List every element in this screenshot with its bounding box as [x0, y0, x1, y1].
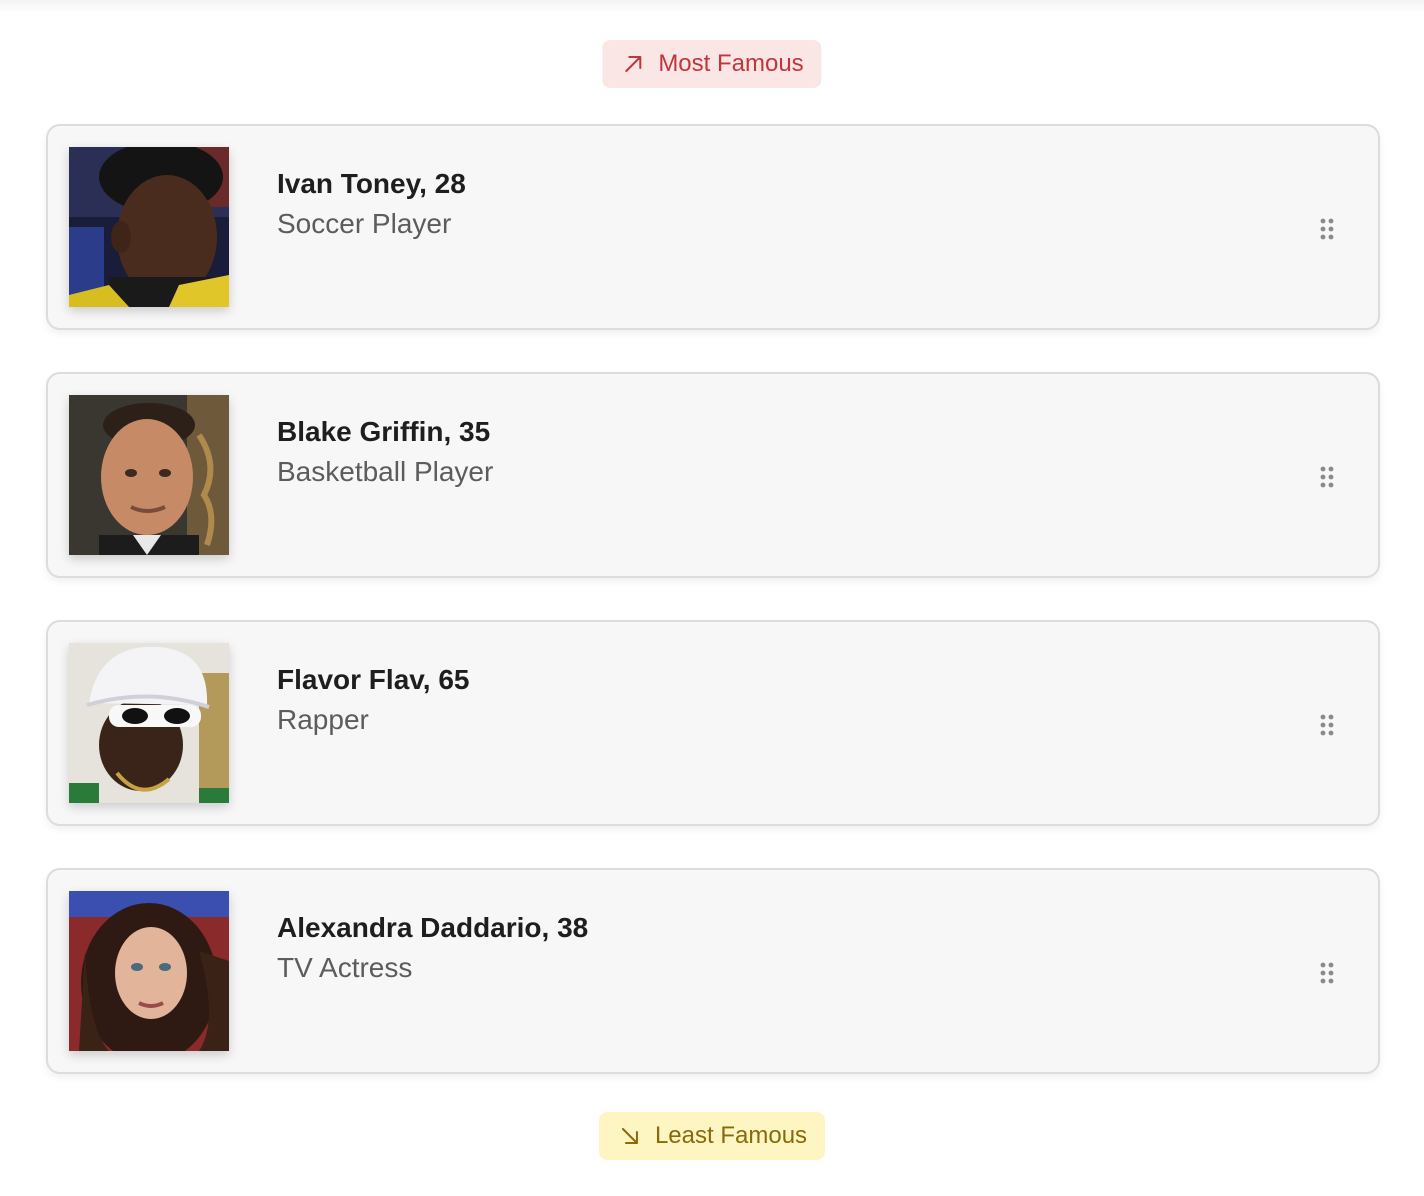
person-name: Blake Griffin, 35: [277, 416, 491, 447]
ranking-list: Ivan Toney, 28 Soccer Player Blake Griff…: [46, 124, 1380, 1116]
arrow-down-right-icon: [621, 1128, 638, 1144]
list-item[interactable]: Alexandra Daddario, 38 TV Actress: [46, 868, 1380, 1074]
person-role: Basketball Player: [277, 456, 494, 487]
least-famous-badge: Least Famous: [598, 1112, 826, 1160]
portrait-photo: [69, 395, 229, 555]
drag-handle-icon[interactable]: [1320, 714, 1334, 736]
least-famous-label: Least Famous: [654, 1122, 808, 1149]
person-role: Soccer Player: [277, 208, 452, 239]
list-item[interactable]: Blake Griffin, 35 Basketball Player: [46, 372, 1380, 578]
most-famous-badge: Most Famous: [602, 40, 822, 88]
top-divider: [0, 0, 1424, 14]
portrait-photo: [69, 147, 229, 307]
list-item[interactable]: Flavor Flav, 65 Rapper: [46, 620, 1380, 826]
person-name: Alexandra Daddario, 38: [277, 912, 589, 943]
drag-handle-icon[interactable]: [1320, 218, 1334, 240]
ranking-page: Most Famous Ivan Toney, 28 Soccer Player…: [0, 0, 1424, 1196]
portrait-photo: [69, 891, 229, 1051]
drag-handle-icon[interactable]: [1320, 962, 1334, 984]
person-role: Rapper: [277, 704, 369, 735]
person-name: Ivan Toney, 28: [277, 168, 466, 199]
most-famous-label: Most Famous: [658, 50, 804, 77]
drag-handle-icon[interactable]: [1320, 466, 1334, 488]
person-name: Flavor Flav, 65: [277, 664, 470, 695]
portrait-photo: [69, 643, 229, 803]
list-item[interactable]: Ivan Toney, 28 Soccer Player: [46, 124, 1380, 330]
arrow-up-right-icon: [625, 56, 642, 72]
person-role: TV Actress: [277, 952, 413, 983]
